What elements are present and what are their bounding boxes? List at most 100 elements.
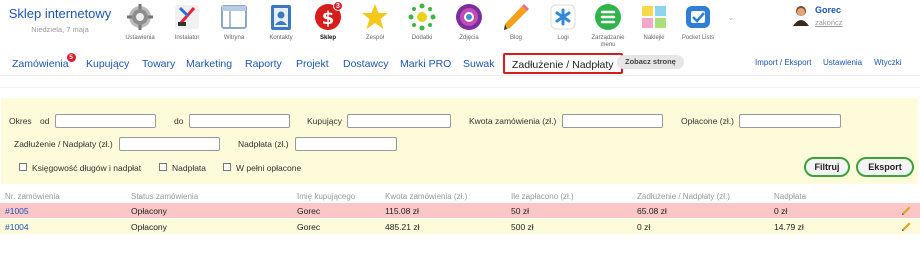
debt-amount-input[interactable] <box>119 137 220 151</box>
column-header[interactable]: Imię kupującego <box>297 192 355 201</box>
nav-suppliers[interactable]: Dostawcy <box>343 58 389 70</box>
logout-link[interactable]: zakończ <box>815 18 843 27</box>
paid-amount: 500 zł <box>511 222 534 232</box>
view-shop-button[interactable]: Zobacz stronę <box>617 55 684 69</box>
app-blog[interactable]: Blog <box>494 2 538 48</box>
avatar[interactable] <box>792 4 810 26</box>
nav-design[interactable]: Projekt <box>296 58 329 70</box>
paid-amount-input[interactable] <box>739 114 841 128</box>
app-photos[interactable]: Zdjęcia <box>447 2 491 48</box>
plugins-link[interactable]: Wtyczki <box>874 58 902 67</box>
order-number-link[interactable]: #1005 <box>5 206 29 216</box>
import-export-link[interactable]: Import / Eksport <box>755 58 811 67</box>
column-header[interactable]: Status zamówienia <box>131 192 198 201</box>
column-header[interactable]: Nr. zamówienia <box>5 192 60 201</box>
period-label: Okres <box>9 116 32 126</box>
app-label: Zdjęcia <box>459 35 479 41</box>
paid-amount: 50 zł <box>511 206 529 216</box>
overpayment-amount: 14.79 zł <box>774 222 804 232</box>
order-amount: 115.08 zł <box>385 206 419 216</box>
nav-label: Zamówienia <box>12 58 69 70</box>
app-logs[interactable]: Logi <box>541 2 585 48</box>
team-icon <box>360 2 390 32</box>
from-label: od <box>40 116 50 126</box>
app-website[interactable]: Witryna <box>212 2 256 48</box>
shop-badge: 3 <box>333 1 343 11</box>
app-label: Blog <box>509 35 522 41</box>
overpayment-label: Nadpłata (zł.) <box>238 139 289 149</box>
nav-brands-pro[interactable]: Marki PRO <box>400 58 451 70</box>
contacts-icon <box>266 2 296 32</box>
app-installer[interactable]: Instalator <box>165 2 209 48</box>
order-number-link[interactable]: #1004 <box>5 222 29 232</box>
to-label: do <box>174 116 184 126</box>
app-shop[interactable]: $ 3 Sklep <box>306 1 350 48</box>
paid-label: Opłacone (zł.) <box>681 116 734 126</box>
app-stickers[interactable]: Naklejki <box>632 2 676 48</box>
buyer-input[interactable] <box>347 114 451 128</box>
table-row[interactable]: #1005 Opłacony Gorec 115.08 zł 50 zł 65.… <box>0 203 920 218</box>
section-divider <box>0 87 920 88</box>
app-menu-management[interactable]: Zarządzanie menu <box>584 2 632 48</box>
current-date: Niedziela, 7 maja <box>31 25 89 34</box>
app-label: Kontakty <box>269 35 293 41</box>
overpayment-checkbox[interactable] <box>159 163 167 171</box>
edit-pencil-icon[interactable] <box>901 205 912 216</box>
table-row[interactable]: #1004 Opłacony Gorec 485.21 zł 500 zł 0 … <box>0 219 920 234</box>
app-label: Sklep <box>319 35 336 41</box>
orders-badge: 5 <box>66 53 76 62</box>
overpayment-checkbox-label[interactable]: Nadpłata <box>172 163 206 173</box>
export-button[interactable]: Eksport <box>856 157 914 177</box>
column-header[interactable]: Kwota zamówienia (zł.) <box>385 192 467 201</box>
app-label: Zarządzanie menu <box>591 35 625 48</box>
filter-button[interactable]: Filtruj <box>804 157 850 177</box>
stickers-icon <box>639 2 669 32</box>
installer-icon <box>172 2 202 32</box>
app-label: Ustawienia <box>125 35 155 41</box>
column-header[interactable]: Nadpłata <box>774 192 806 201</box>
overpayment-amount-input[interactable] <box>295 137 397 151</box>
nav-marketing[interactable]: Marketing <box>186 58 232 70</box>
menu-management-icon <box>593 2 623 32</box>
app-pocket-lists[interactable]: Pocket Lists <box>674 2 722 48</box>
debt-amount: 0 zł <box>637 222 651 232</box>
nav-products[interactable]: Towary <box>142 58 175 70</box>
edit-pencil-icon[interactable] <box>901 221 912 232</box>
date-to-input[interactable] <box>189 114 290 128</box>
app-label: Naklejki <box>643 35 665 41</box>
shop-icon: $ 3 <box>313 1 343 32</box>
website-icon <box>219 2 249 32</box>
app-addons[interactable]: Dodatki <box>400 2 444 48</box>
app-settings[interactable]: Ustawienia <box>118 2 162 48</box>
app-label: Zespół <box>365 35 384 41</box>
nav-buyers[interactable]: Kupujący <box>86 58 129 70</box>
nav-divider <box>0 75 920 76</box>
order-amount-label: Kwota zamówienia (zł.) <box>469 116 557 126</box>
more-apps-chevron-icon[interactable]: ⌄ <box>727 12 735 23</box>
tab-debt-overpayments[interactable]: Zadłużenie / Nadpłaty <box>503 53 623 74</box>
fully-paid-checkbox[interactable] <box>223 163 231 171</box>
nav-orders[interactable]: Zamówienia 5 <box>12 53 76 70</box>
date-from-input[interactable] <box>55 114 156 128</box>
app-contacts[interactable]: Kontakty <box>259 2 303 48</box>
order-status: Opłacony <box>131 222 167 232</box>
debt-accounting-label[interactable]: Księgowość długów i nadpłat <box>32 163 141 173</box>
order-amount-input[interactable] <box>562 114 663 128</box>
app-label: Pocket Lists <box>681 35 715 41</box>
svg-text:$: $ <box>322 8 335 29</box>
nav-slider[interactable]: Suwak <box>463 58 495 70</box>
debt-accounting-checkbox[interactable] <box>19 163 27 171</box>
column-header[interactable]: Ile zapłacono (zł.) <box>511 192 574 201</box>
shop-name[interactable]: Sklep internetowy <box>0 6 120 21</box>
fully-paid-label[interactable]: W pełni opłacone <box>236 163 301 173</box>
logs-icon <box>548 2 578 32</box>
settings-link[interactable]: Ustawienia <box>823 58 862 67</box>
shop-info[interactable]: Sklep internetowy Niedziela, 7 maja <box>0 6 120 34</box>
order-amount: 485.21 zł <box>385 222 420 232</box>
nav-reports[interactable]: Raporty <box>245 58 282 70</box>
buyer-label: Kupujący <box>307 116 342 126</box>
app-label: Logi <box>557 35 569 41</box>
user-name[interactable]: Gorec <box>815 5 841 15</box>
app-team[interactable]: Zespół <box>353 2 397 48</box>
column-header[interactable]: Zadłużenie / Nadpłaty (zł.) <box>637 192 730 201</box>
